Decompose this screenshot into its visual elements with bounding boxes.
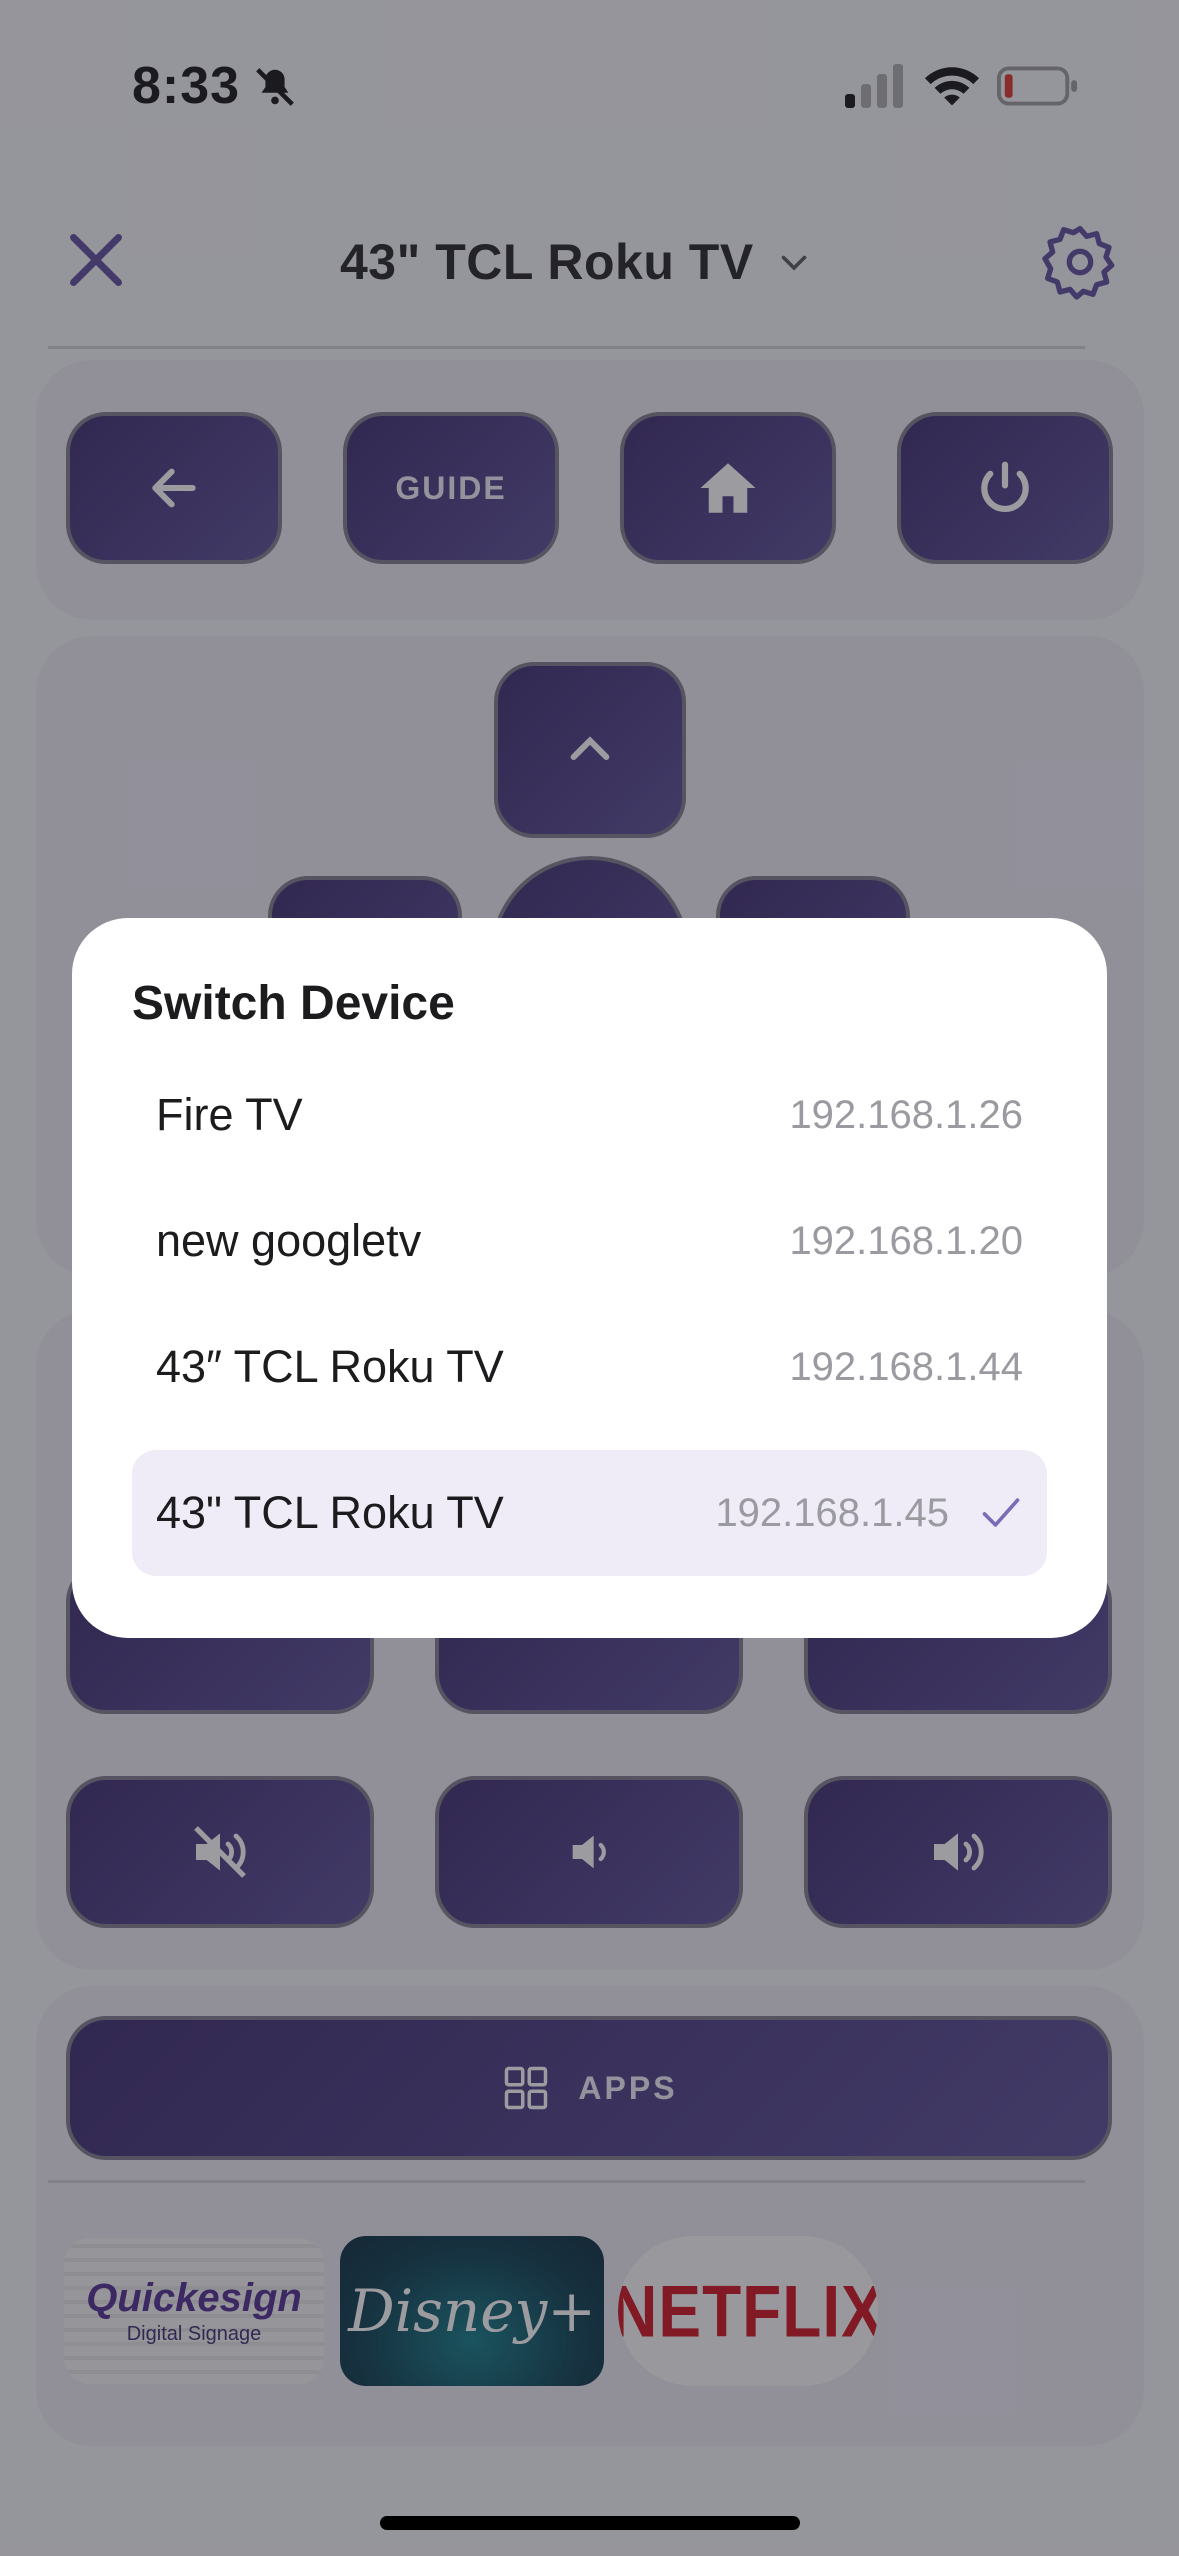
modal-title: Switch Device (132, 977, 455, 1030)
device-ip: 192.168.1.45 (715, 1490, 949, 1535)
device-ip: 192.168.1.26 (789, 1092, 1023, 1137)
device-row[interactable]: new googletv 192.168.1.20 (132, 1178, 1047, 1304)
device-ip: 192.168.1.44 (789, 1344, 1023, 1389)
device-ip: 192.168.1.20 (789, 1218, 1023, 1263)
device-name: Fire TV (156, 1089, 303, 1140)
device-name: 43″ TCL Roku TV (156, 1341, 504, 1392)
device-row-selected[interactable]: 43" TCL Roku TV 192.168.1.45 (132, 1450, 1047, 1576)
device-name: 43" TCL Roku TV (156, 1487, 504, 1538)
device-row[interactable]: Fire TV 192.168.1.26 (132, 1052, 1047, 1178)
checkmark-icon (982, 1498, 1020, 1527)
home-indicator[interactable] (380, 2516, 800, 2530)
device-row[interactable]: 43″ TCL Roku TV 192.168.1.44 (132, 1304, 1047, 1430)
device-name: new googletv (156, 1215, 422, 1266)
switch-device-modal: Switch Device Fire TV 192.168.1.26 new g… (72, 918, 1107, 1638)
